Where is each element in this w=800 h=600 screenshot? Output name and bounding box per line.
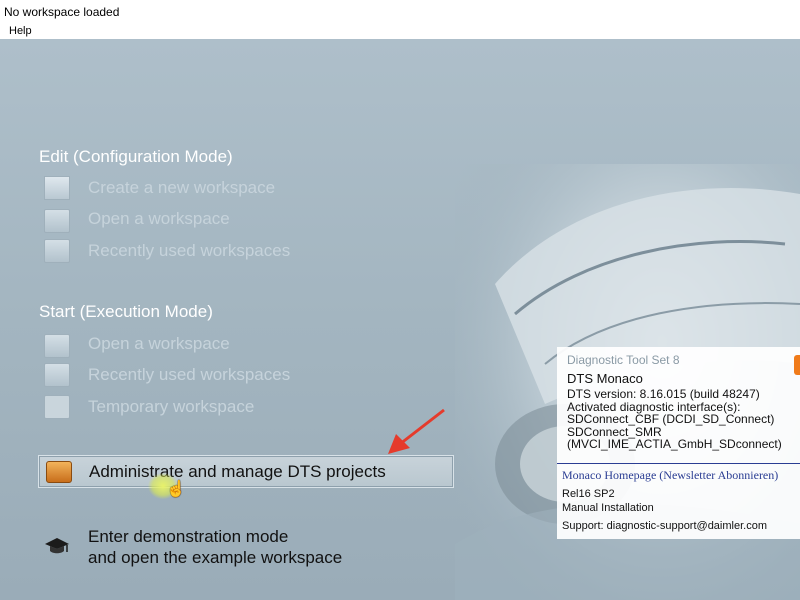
create-workspace-label: Create a new workspace — [88, 178, 276, 197]
product-name: DTS Monaco — [567, 371, 643, 386]
version-info: DTS version: 8.16.015 (build 48247) Acti… — [567, 388, 782, 451]
hand-cursor-icon: ☝ — [166, 481, 186, 498]
graduation-cap-icon[interactable] — [44, 536, 70, 556]
start-open-workspace-item[interactable]: Open a workspace — [44, 331, 230, 358]
support-contact: Support: diagnostic-support@daimler.com — [562, 520, 767, 532]
start-recent-workspaces-item[interactable]: Recently used workspaces — [44, 362, 290, 388]
temporary-workspace-item[interactable]: Temporary workspace — [44, 394, 254, 420]
annotation-arrow-icon — [388, 408, 445, 454]
administrate-projects-label: Administrate and manage DTS projects — [89, 462, 386, 481]
briefcase-icon — [46, 461, 72, 483]
interface-entry: SDConnect_CBF (DCDI_SD_Connect) — [567, 412, 775, 426]
open-folder-icon — [44, 334, 70, 358]
create-workspace-item[interactable]: Create a new workspace — [44, 175, 275, 201]
start-screen: Edit (Configuration Mode) Create a new w… — [0, 39, 800, 600]
release-text: Rel16 SP2 — [562, 488, 615, 500]
homepage-link[interactable]: Monaco Homepage (Newsletter Abonnieren) — [562, 468, 778, 483]
window-title: No workspace loaded — [4, 5, 120, 19]
administrate-projects-button[interactable]: Administrate and manage DTS projects — [38, 455, 454, 488]
edit-recent-workspaces-label: Recently used workspaces — [88, 241, 291, 260]
about-panel: Diagnostic Tool Set 8 DTS Monaco DTS ver… — [557, 347, 800, 539]
edit-mode-heading: Edit (Configuration Mode) — [39, 147, 233, 166]
version-text: DTS version: 8.16.015 (build 48247) — [567, 387, 760, 401]
product-family: Diagnostic Tool Set 8 — [567, 353, 680, 367]
interface-entry: (MVCI_IME_ACTIA_GmbH_SDconnect) — [567, 437, 782, 451]
recent-workspaces-icon — [44, 239, 70, 263]
edit-open-workspace-item[interactable]: Open a workspace — [44, 206, 230, 233]
panel-edge-accent — [794, 355, 800, 375]
menu-bar: Help — [0, 24, 800, 39]
release-info: Rel16 SP2 Manual Installation — [562, 487, 654, 515]
start-open-workspace-label: Open a workspace — [88, 334, 230, 353]
temporary-workspace-label: Temporary workspace — [88, 397, 255, 416]
start-mode-heading: Start (Execution Mode) — [39, 302, 213, 321]
edit-open-workspace-label: Open a workspace — [88, 209, 230, 228]
demo-line-2: and open the example workspace — [88, 548, 343, 567]
installation-text: Manual Installation — [562, 502, 654, 514]
temporary-workspace-icon — [44, 395, 70, 419]
demonstration-mode-link[interactable]: Enter demonstration mode and open the ex… — [88, 526, 342, 568]
divider — [557, 463, 800, 464]
title-bar: No workspace loaded — [0, 0, 800, 24]
demo-line-1: Enter demonstration mode — [88, 527, 289, 546]
new-workspace-icon — [44, 176, 70, 200]
edit-recent-workspaces-item[interactable]: Recently used workspaces — [44, 238, 290, 264]
menu-help[interactable]: Help — [9, 25, 32, 37]
start-recent-workspaces-label: Recently used workspaces — [88, 365, 291, 384]
recent-workspaces-icon — [44, 363, 70, 387]
open-folder-icon — [44, 209, 70, 233]
